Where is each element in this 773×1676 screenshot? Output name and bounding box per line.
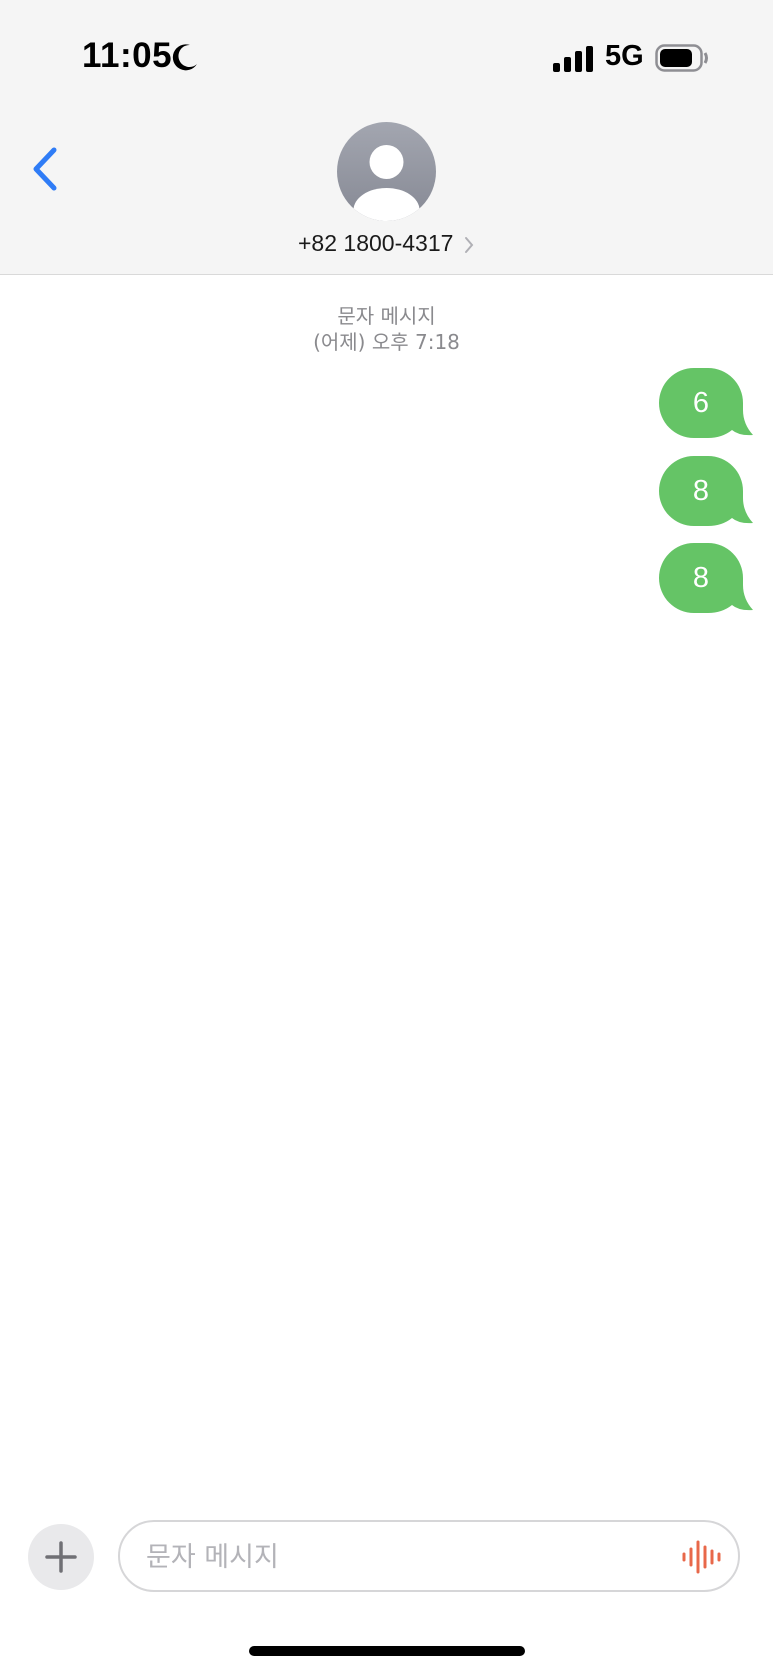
moon-icon bbox=[172, 44, 197, 71]
signal-icon bbox=[553, 46, 593, 72]
contact-name[interactable]: +82 1800-4317 bbox=[298, 230, 474, 257]
chevron-left-icon[interactable] bbox=[28, 146, 62, 192]
message-type-label: 문자 메시지 bbox=[337, 304, 436, 328]
status-time: 11:05 bbox=[82, 36, 173, 75]
person-silhouette-icon[interactable] bbox=[337, 122, 436, 221]
message-bubble[interactable]: 6 bbox=[659, 368, 753, 438]
plus-button[interactable] bbox=[28, 1524, 94, 1590]
message-text: 8 bbox=[692, 561, 710, 594]
conversation-header: 11:05 5G +82 1800-4317 bbox=[0, 0, 773, 275]
audio-waveform-icon[interactable] bbox=[680, 1538, 724, 1576]
home-indicator[interactable] bbox=[249, 1646, 525, 1656]
chevron-right-icon bbox=[464, 236, 474, 253]
message-bubble[interactable]: 8 bbox=[659, 543, 753, 613]
message-bubble[interactable]: 8 bbox=[659, 456, 753, 526]
message-text: 8 bbox=[692, 474, 710, 507]
battery-icon bbox=[655, 44, 708, 72]
message-text: 6 bbox=[692, 386, 710, 419]
contact-number: +82 1800-4317 bbox=[298, 230, 454, 256]
message-input[interactable] bbox=[144, 1532, 668, 1582]
plus-icon bbox=[45, 1541, 77, 1573]
message-timestamp: (어제) 오후 7:18 bbox=[313, 330, 460, 354]
network-type: 5G bbox=[605, 40, 644, 72]
message-composer[interactable] bbox=[118, 1520, 740, 1592]
